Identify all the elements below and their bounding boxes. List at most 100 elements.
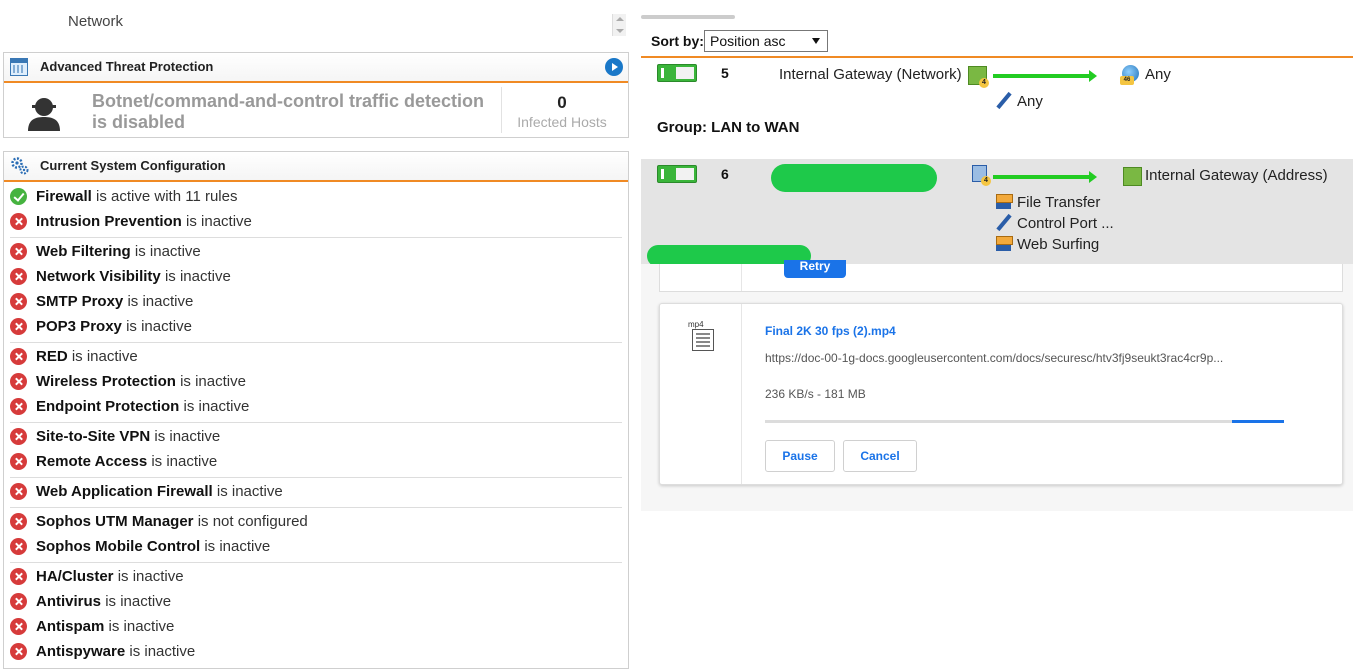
dropdown-arrow-icon [812, 38, 820, 44]
error-circle-icon [10, 398, 27, 415]
download-progress-bar [765, 420, 1284, 423]
download-card-previous: Retry [659, 260, 1343, 292]
item-status: is inactive [186, 213, 252, 230]
downloads-list: Retry mp4 Final 2K 30 fps (2).mp4 https:… [641, 260, 1353, 511]
config-item-web-filtering[interactable]: Web Filtering is inactive [10, 239, 622, 264]
botnet-status-message: Botnet/command-and-control traffic detec… [92, 91, 485, 132]
rule-service: File Transfer [1017, 194, 1101, 211]
config-item-pop3-proxy[interactable]: POP3 Proxy is inactive [10, 314, 622, 343]
rule-enable-toggle[interactable] [657, 64, 697, 82]
config-item-smtp-proxy[interactable]: SMTP Proxy is inactive [10, 289, 622, 314]
current-system-configuration-panel: Current System Configuration Firewall is… [3, 151, 629, 669]
item-name: POP3 Proxy [36, 318, 122, 335]
divider [741, 304, 742, 484]
advanced-threat-protection-panel: Advanced Threat Protection Botnet/comman… [3, 52, 629, 138]
green-arrow-icon [993, 70, 1097, 82]
config-item-wireless-protection[interactable]: Wireless Protection is inactive [10, 369, 622, 394]
service-plug-icon [995, 92, 1012, 109]
error-circle-icon [10, 568, 27, 585]
config-item-antivirus[interactable]: Antivirus is inactive [10, 589, 622, 614]
error-circle-icon [10, 428, 27, 445]
config-item-endpoint-protection[interactable]: Endpoint Protection is inactive [10, 394, 622, 423]
pause-button[interactable]: Pause [765, 440, 835, 472]
scrollbar[interactable] [612, 14, 626, 36]
globe-icon: 46 [1120, 65, 1139, 85]
firewall-rules-list: 5 Internal Gateway (Network) 4 46 Any An… [641, 58, 1353, 267]
divider [741, 264, 742, 291]
item-name: Antispam [36, 618, 105, 635]
download-file-name[interactable]: Final 2K 30 fps (2).mp4 [765, 324, 896, 338]
item-name: RED [36, 348, 68, 365]
infected-hosts-label: Infected Hosts [517, 114, 607, 130]
download-card: mp4 Final 2K 30 fps (2).mp4 https://doc-… [659, 303, 1343, 485]
count-badge: 4 [979, 78, 989, 88]
config-header: Current System Configuration [4, 152, 628, 182]
config-item-firewall[interactable]: Firewall is active with 11 rules [10, 184, 622, 209]
dashboard-left-panel: Network Advanced Threat Protection Botne… [0, 0, 630, 672]
count-badge: 4 [981, 176, 991, 186]
item-name: Web Filtering [36, 243, 131, 260]
config-item-site-to-site-vpn[interactable]: Site-to-Site VPN is inactive [10, 424, 622, 449]
item-name: Antispyware [36, 643, 126, 660]
check-circle-icon [10, 188, 27, 205]
config-item-red[interactable]: RED is inactive [10, 344, 622, 369]
config-item-sophos-mobile-control[interactable]: Sophos Mobile Control is inactive [10, 534, 622, 563]
item-status: is inactive [108, 618, 175, 635]
rule-row-6[interactable]: 6 4 Internal Gateway (Address) File Tran… [641, 159, 1353, 267]
error-circle-icon [10, 293, 27, 310]
network-label: Network [68, 13, 124, 30]
rule-row-5[interactable]: 5 Internal Gateway (Network) 4 46 Any An… [641, 58, 1353, 158]
error-circle-icon [10, 618, 27, 635]
service-group-icon [995, 193, 1013, 210]
cancel-button[interactable]: Cancel [843, 440, 917, 472]
network-object-icon: 4 [968, 66, 989, 88]
item-status: is inactive [126, 318, 192, 335]
item-name: Endpoint Protection [36, 398, 180, 415]
item-status: is inactive [105, 593, 172, 610]
item-status: is inactive [151, 453, 218, 470]
redacted-source [771, 164, 937, 192]
item-name: Wireless Protection [36, 373, 176, 390]
item-status: is not configured [197, 513, 308, 530]
config-item-remote-access[interactable]: Remote Access is inactive [10, 449, 622, 478]
config-item-antispam[interactable]: Antispam is inactive [10, 614, 622, 639]
error-circle-icon [10, 348, 27, 365]
item-status: is inactive [204, 538, 271, 555]
ipv4-ipv6-badge: 46 [1120, 76, 1134, 85]
sort-select[interactable]: Position asc [704, 30, 828, 52]
item-status: is inactive [117, 568, 184, 585]
config-item-ha-cluster[interactable]: HA/Cluster is inactive [10, 564, 622, 589]
item-status: is active with 11 rules [96, 188, 238, 205]
network-row: Network [3, 10, 628, 38]
rule-number: 5 [721, 65, 729, 81]
atp-title: Advanced Threat Protection [40, 59, 214, 74]
config-item-sophos-utm-manager[interactable]: Sophos UTM Manager is not configured [10, 509, 622, 534]
play-arrow-icon[interactable] [605, 58, 623, 76]
service-group-icon [995, 235, 1013, 252]
scroll-indicator [641, 15, 735, 19]
item-name: Sophos Mobile Control [36, 538, 201, 555]
rule-service: Web Surfing [1017, 236, 1100, 253]
error-circle-icon [10, 268, 27, 285]
error-circle-icon [10, 373, 27, 390]
item-status: is inactive [154, 428, 221, 445]
progress-fill [1232, 420, 1284, 423]
host-object-icon: 4 [972, 165, 991, 186]
error-circle-icon [10, 593, 27, 610]
item-status: is inactive [180, 373, 246, 390]
sort-toolbar: Sort by: Position asc [641, 28, 1353, 58]
retry-button[interactable]: Retry [784, 260, 846, 278]
config-item-web-application-firewall[interactable]: Web Application Firewall is inactive [10, 479, 622, 508]
config-item-antispyware[interactable]: Antispyware is inactive [10, 639, 622, 664]
file-extension-label: mp4 [688, 320, 704, 329]
item-status: is inactive [183, 398, 250, 415]
config-item-network-visibility[interactable]: Network Visibility is inactive [10, 264, 622, 289]
item-status: is inactive [216, 483, 283, 500]
item-status: is inactive [129, 643, 196, 660]
item-name: Intrusion Prevention [36, 213, 182, 230]
item-status: is inactive [71, 348, 138, 365]
rule-enable-toggle[interactable] [657, 165, 697, 183]
rule-destination: Any [1145, 66, 1171, 83]
config-title: Current System Configuration [40, 158, 226, 173]
config-item-intrusion-prevention[interactable]: Intrusion Prevention is inactive [10, 209, 622, 238]
